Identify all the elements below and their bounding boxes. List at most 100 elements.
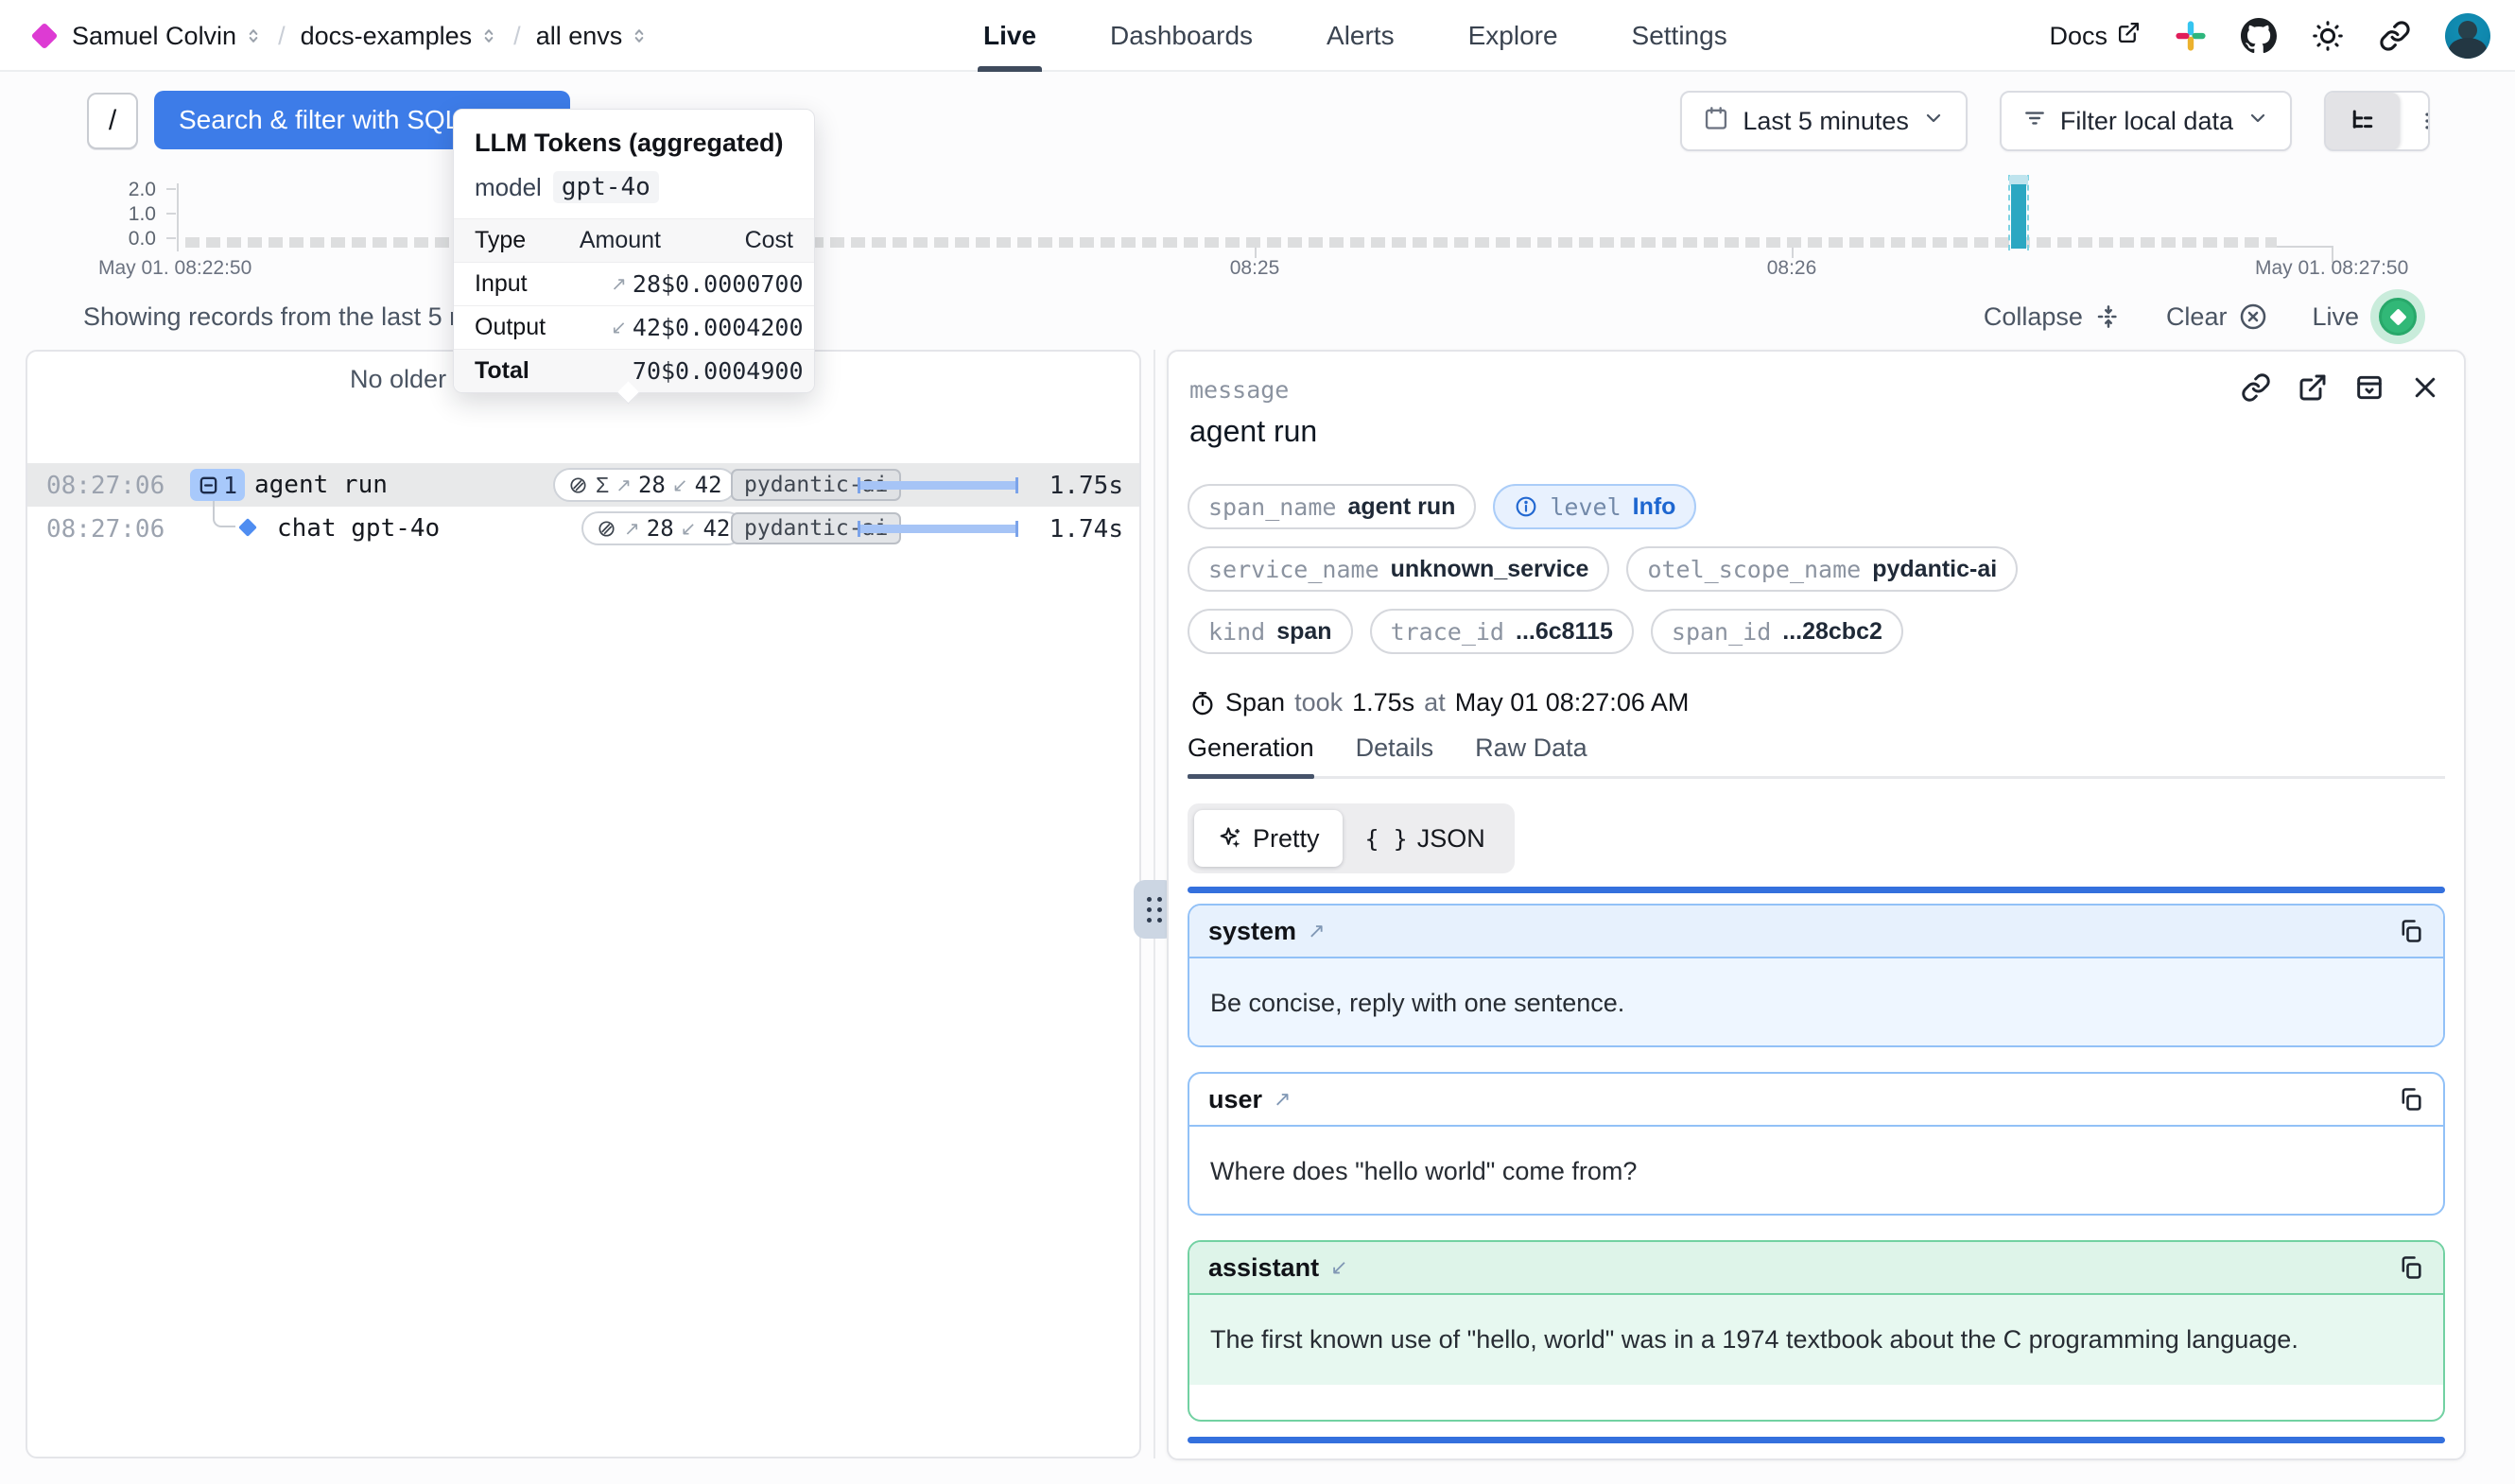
dock-panel-icon[interactable] xyxy=(2354,372,2385,403)
tab-explore[interactable]: Explore xyxy=(1468,0,1558,72)
message-card-system: system ↗ Be concise, reply with one sent… xyxy=(1188,904,2445,1047)
tab-live[interactable]: Live xyxy=(983,0,1036,72)
y-axis-tick xyxy=(166,237,176,239)
slack-icon[interactable] xyxy=(2175,20,2207,52)
pill-value: Info xyxy=(1633,493,1676,521)
kind-pill[interactable]: kind span xyxy=(1188,609,1353,654)
filter-value: Filter local data xyxy=(2060,107,2233,136)
tooltip-row-input: Input ↗28 $0.0000700 xyxy=(454,262,814,305)
time-range-select[interactable]: Last 5 minutes xyxy=(1680,91,1968,151)
took-timestamp: May 01 08:27:06 AM xyxy=(1455,688,1690,717)
message-text: Be concise, reply with one sentence. xyxy=(1189,958,2443,1047)
open-in-new-icon[interactable] xyxy=(2298,372,2328,403)
share-link-icon[interactable] xyxy=(2379,20,2411,52)
tree-view-toggle[interactable] xyxy=(2326,93,2400,149)
github-icon[interactable] xyxy=(2241,18,2277,54)
input-tokens: 28 xyxy=(638,472,666,498)
output-tokens: 42 xyxy=(702,515,730,542)
duration-text: 1.75s xyxy=(1049,472,1123,500)
span-name-pill[interactable]: span_name agent run xyxy=(1188,484,1476,529)
view-mode-toggle xyxy=(2324,91,2430,151)
live-toggle[interactable]: Live xyxy=(2312,289,2425,344)
chevron-updown-icon xyxy=(244,26,263,46)
calendar-icon xyxy=(1703,105,1729,138)
docs-link[interactable]: Docs xyxy=(2049,21,2141,51)
slash-shortcut-key[interactable]: / xyxy=(87,93,138,149)
sparkle-icon xyxy=(1217,825,1243,852)
message-card-assistant: assistant ↙ The first known use of "hell… xyxy=(1188,1240,2445,1422)
clear-button[interactable]: Clear xyxy=(2166,302,2269,332)
filter-local-data-select[interactable]: Filter local data xyxy=(2000,91,2292,151)
tab-details[interactable]: Details xyxy=(1356,732,1434,776)
pill-label: otel_scope_name xyxy=(1647,556,1861,583)
y-tick: 1.0 xyxy=(90,203,156,226)
pill-value: ...6c8115 xyxy=(1516,618,1613,646)
trace-row-chat-gpt4o[interactable]: 08:27:06 chat gpt-4o ↗ 28 ↙ 42 pydantic-… xyxy=(27,507,1139,550)
chevron-updown-icon xyxy=(630,26,649,46)
badge-row-3: kind span trace_id ...6c8115 span_id ...… xyxy=(1188,609,1903,654)
tab-settings[interactable]: Settings xyxy=(1632,0,1727,72)
x-axis-line xyxy=(2277,246,2333,248)
close-icon[interactable] xyxy=(2411,373,2439,402)
token-coin-icon xyxy=(567,475,589,496)
span-word: Span xyxy=(1225,688,1285,717)
panel-kind-label: message xyxy=(1189,376,1289,404)
y-axis-tick xyxy=(166,213,176,215)
token-usage-pill[interactable]: ↗ 28 ↙ 42 xyxy=(581,511,744,545)
project-name: docs-examples xyxy=(301,22,473,51)
service-name-pill[interactable]: service_name unknown_service xyxy=(1188,546,1609,592)
sigma-icon: Σ xyxy=(596,473,609,498)
header-actions: Docs xyxy=(2049,0,2490,72)
span-detail-panel: message agent run span_name agent run xyxy=(1167,350,2466,1460)
col-amount: Amount xyxy=(571,227,661,254)
org-switcher[interactable]: Samuel Colvin xyxy=(72,22,263,51)
tab-dashboards[interactable]: Dashboards xyxy=(1110,0,1253,72)
record-spike-bar[interactable] xyxy=(2008,175,2029,250)
org-name: Samuel Colvin xyxy=(72,22,236,51)
user-avatar[interactable] xyxy=(2445,13,2490,59)
x-label-0826: 08:26 xyxy=(1767,257,1817,280)
otel-scope-pill[interactable]: otel_scope_name pydantic-ai xyxy=(1626,546,2018,592)
tree-connector xyxy=(213,501,235,527)
tab-alerts[interactable]: Alerts xyxy=(1327,0,1395,72)
theme-sun-icon[interactable] xyxy=(2311,19,2345,53)
pill-label: span_id xyxy=(1672,618,1771,646)
col-type: Type xyxy=(475,227,571,254)
input-tokens: 28 xyxy=(647,515,674,542)
collapse-children-button[interactable]: 1 xyxy=(190,469,245,501)
message-header: system ↗ xyxy=(1189,906,2443,958)
model-value: gpt-4o xyxy=(553,171,659,203)
external-link-icon xyxy=(2117,21,2141,51)
pill-label: level xyxy=(1550,493,1621,521)
pill-label: trace_id xyxy=(1391,618,1504,646)
trace-row-agent-run[interactable]: 08:27:06 1 agent run Σ ↗ 28 ↙ 42 pydanti… xyxy=(27,463,1139,507)
token-coin-icon xyxy=(596,518,617,540)
braces-icon: { } xyxy=(1365,825,1408,853)
list-view-toggle[interactable] xyxy=(2400,93,2430,149)
copy-icon[interactable] xyxy=(2398,918,2424,944)
pill-value: ...28cbc2 xyxy=(1782,618,1882,646)
pretty-toggle[interactable]: Pretty xyxy=(1194,810,1343,867)
trace-id-pill[interactable]: trace_id ...6c8115 xyxy=(1370,609,1634,654)
tab-raw-data[interactable]: Raw Data xyxy=(1475,732,1587,776)
detail-tabs: Generation Details Raw Data xyxy=(1188,732,2445,779)
copy-icon[interactable] xyxy=(2398,1086,2424,1113)
tab-generation[interactable]: Generation xyxy=(1188,732,1314,776)
pill-value: span xyxy=(1276,618,1331,646)
collapse-button[interactable]: Collapse xyxy=(1984,302,2123,332)
project-switcher[interactable]: docs-examples xyxy=(301,22,499,51)
copy-icon[interactable] xyxy=(2398,1254,2424,1281)
row-amount: 70 xyxy=(633,357,661,385)
llm-tokens-tooltip: LLM Tokens (aggregated) model gpt-4o Typ… xyxy=(453,109,815,393)
json-toggle[interactable]: { } JSON xyxy=(1343,810,1508,867)
span-id-pill[interactable]: span_id ...28cbc2 xyxy=(1651,609,1903,654)
level-pill[interactable]: level Info xyxy=(1493,484,1696,529)
token-usage-pill[interactable]: Σ ↗ 28 ↙ 42 xyxy=(553,468,737,502)
row-type: Total xyxy=(475,357,571,385)
x-label-start: May 01. 08:22:50 xyxy=(98,257,252,280)
chevron-updown-icon xyxy=(479,26,498,46)
copy-link-icon[interactable] xyxy=(2241,372,2271,403)
logfire-logo-icon[interactable] xyxy=(31,23,59,50)
row-cost: $0.0004200 xyxy=(661,314,793,341)
env-switcher[interactable]: all envs xyxy=(536,22,650,51)
